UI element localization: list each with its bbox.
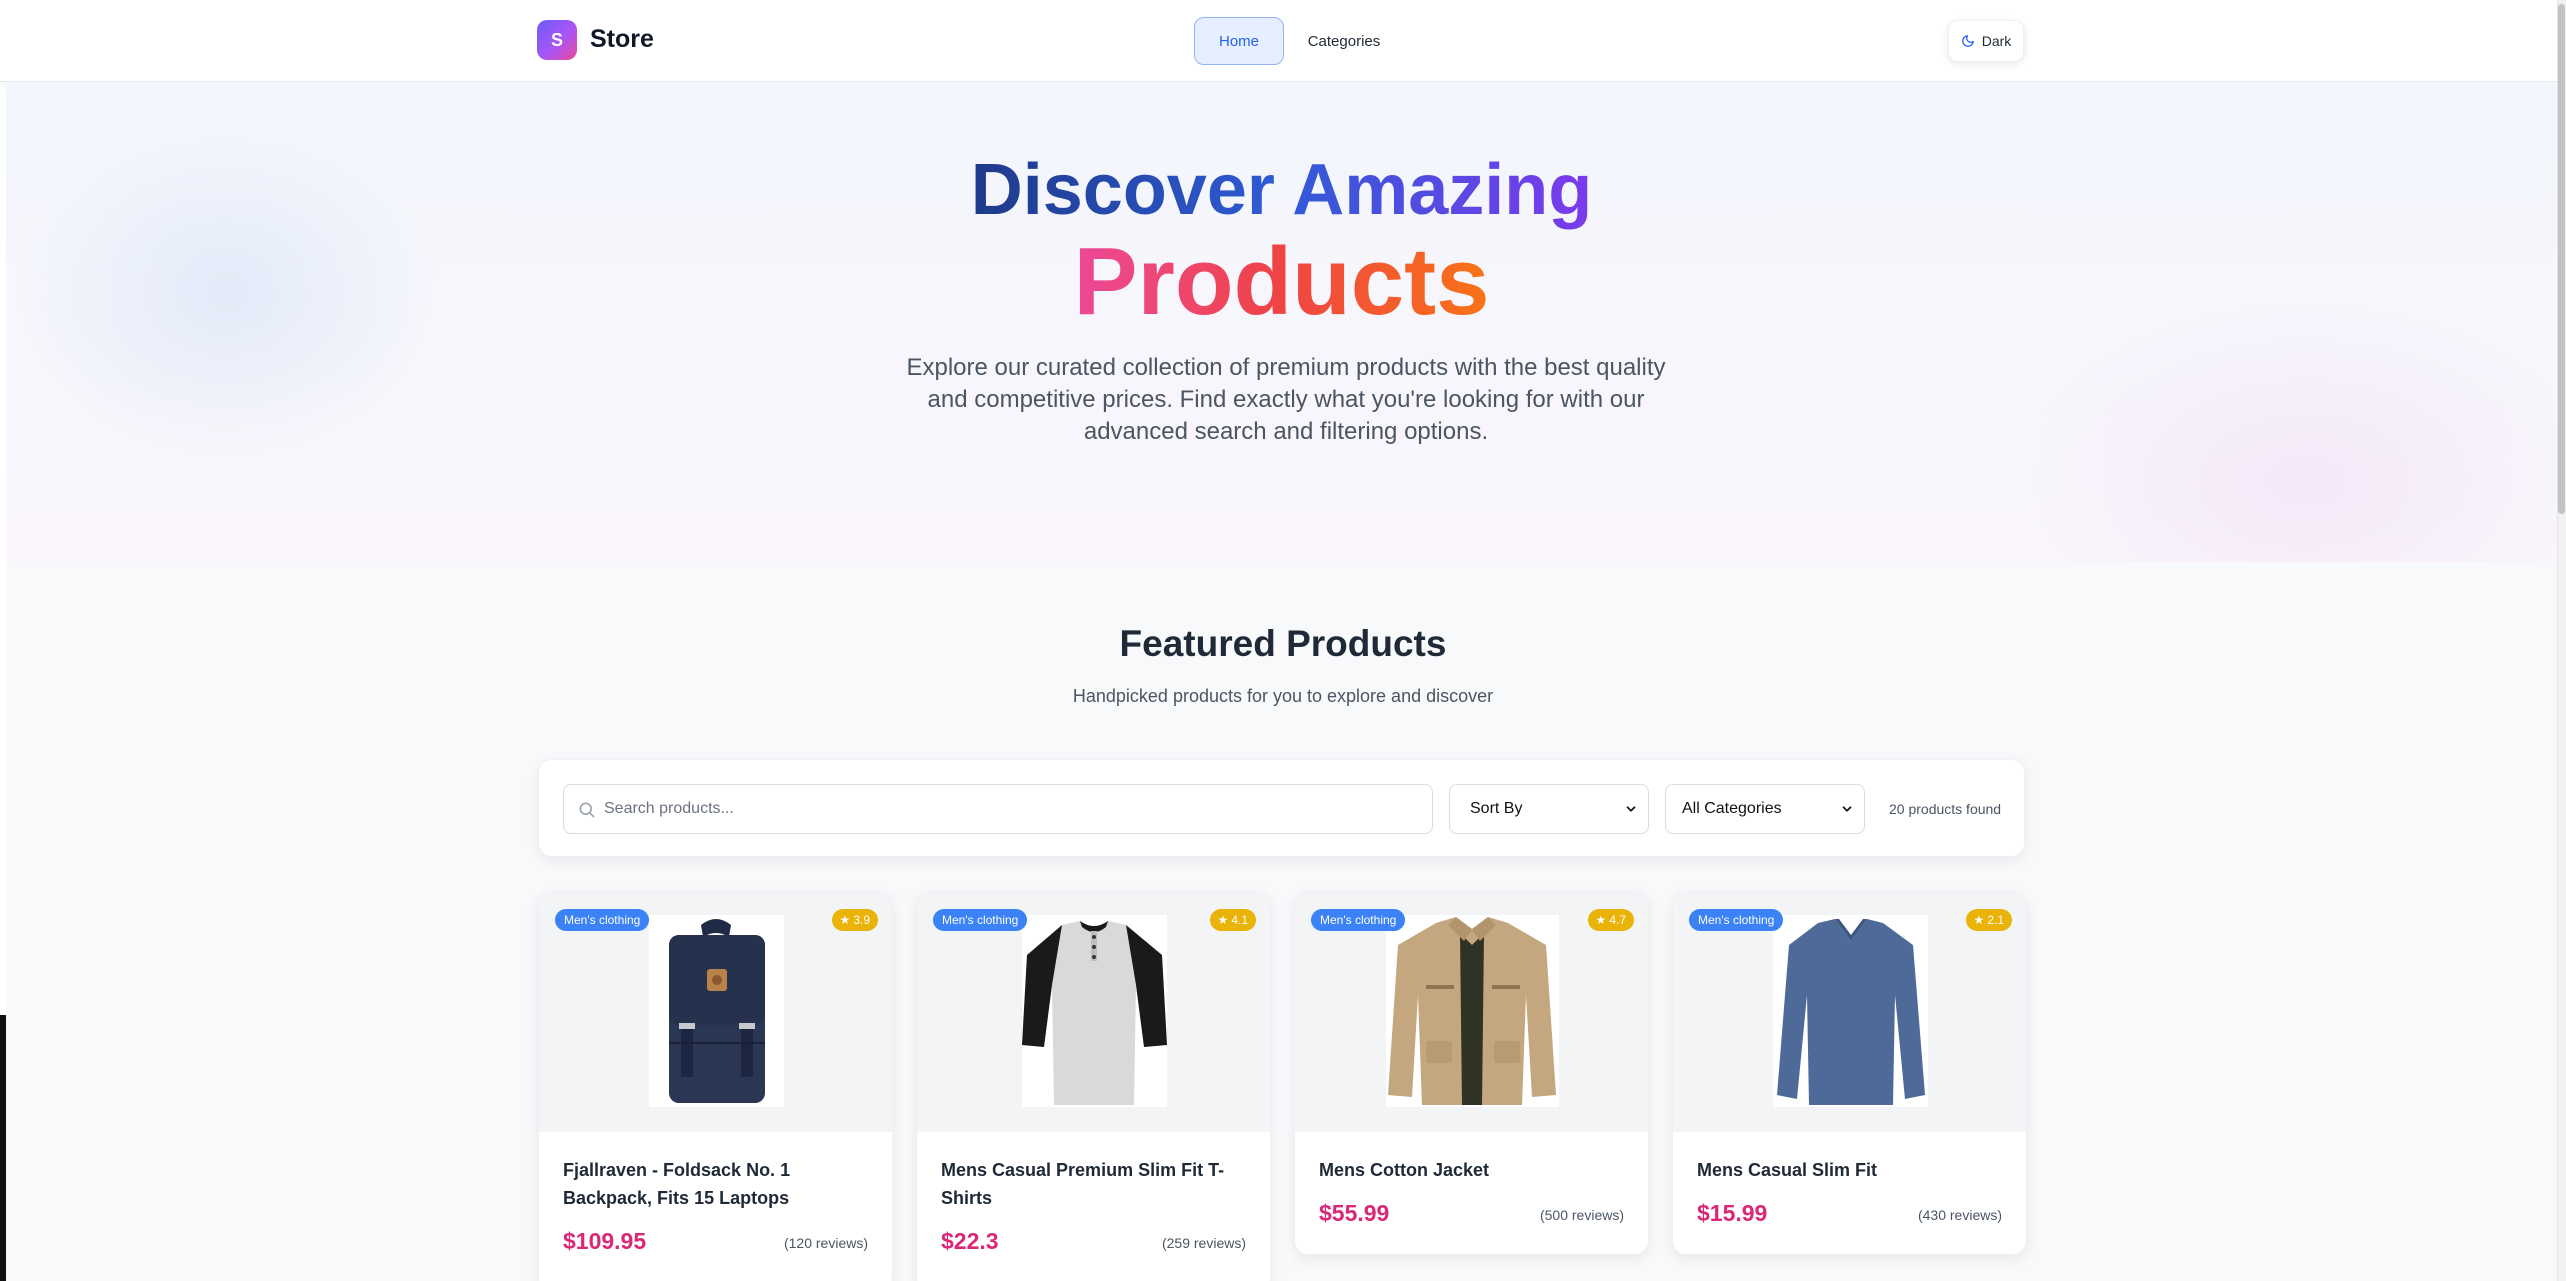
hero-subtitle: Explore our curated collection of premiu… [906,354,1666,445]
product-title[interactable]: Fjallraven - Foldsack No. 1 Backpack, Fi… [563,1156,873,1212]
rating-value: 3.9 [853,913,870,927]
rating-badge: ★ 4.1 [1209,909,1256,931]
product-card[interactable]: Men's clothing ★ 4.7 Mens Cotton Jacket $… [1294,892,1649,1255]
chevron-down-icon [1842,806,1852,812]
search-field[interactable] [563,784,1433,834]
product-reviews: (120 reviews) [783,1235,868,1251]
product-image-area[interactable]: Men's clothing ★ 3.9 [539,893,892,1132]
product-title[interactable]: Mens Casual Slim Fit [1697,1156,2007,1184]
rating-value: 4.7 [1609,913,1626,927]
filter-bar: Sort By All Categories 20 products found [538,759,2025,857]
product-image-area[interactable]: Men's clothing ★ 2.1 [1673,893,2026,1132]
star-icon: ★ [1973,913,1985,927]
backpack-image [649,915,784,1107]
sort-select-value: Sort By [1470,800,1523,817]
logo-letter: S [550,29,563,50]
products-count: 20 products found [1889,801,2002,817]
jacket-image [1386,915,1559,1107]
nav-categories-link[interactable]: Categories [1300,17,1388,65]
featured-title: Featured Products [1119,623,1447,664]
moon-icon [1961,35,1974,47]
product-price: $15.99 [1697,1200,1768,1226]
chevron-down-icon [1626,806,1636,812]
category-select-value: All Categories [1682,800,1782,817]
top-navbar: S Store Home Categories Dark [0,0,2557,82]
product-price: $109.95 [563,1228,647,1254]
star-icon: ★ [839,913,851,927]
product-price: $55.99 [1319,1200,1390,1226]
category-badge: Men's clothing [555,909,650,931]
search-icon [579,802,595,818]
category-badge: Men's clothing [1311,909,1406,931]
rating-value: 4.1 [1231,913,1248,927]
product-price: $22.3 [941,1228,999,1254]
product-title[interactable]: Mens Cotton Jacket [1319,1156,1629,1184]
product-card[interactable]: Men's clothing ★ 2.1 Mens Casual Slim Fit… [1672,892,2027,1255]
hero-title-line2: Products [6,234,2557,330]
sort-select[interactable]: Sort By [1449,784,1649,834]
page-scrollbar[interactable] [2557,0,2566,1281]
rating-badge: ★ 2.1 [1965,909,2012,931]
star-icon: ★ [1595,913,1607,927]
hero-title-line2-text: Products [1073,228,1490,335]
hero-title-line1-text: Discover Amazing [970,150,1593,230]
rating-value: 2.1 [1987,913,2004,927]
product-reviews: (430 reviews) [1917,1207,2002,1223]
window-left-shadow [0,1015,6,1281]
category-badge: Men's clothing [933,909,1028,931]
category-select[interactable]: All Categories [1665,784,1865,834]
theme-toggle-label: Dark [1981,33,2012,49]
nav-home-link[interactable]: Home [1194,17,1284,65]
store-logo-icon[interactable]: S [537,20,577,60]
product-card[interactable]: Men's clothing ★ 3.9 Fjallraven - Foldsac… [538,892,893,1281]
product-image-area[interactable]: Men's clothing ★ 4.7 [1295,893,1648,1132]
tshirt-image [1022,915,1167,1107]
page-scrollbar-thumb[interactable] [2558,4,2565,514]
category-badge: Men's clothing [1689,909,1784,931]
search-input[interactable] [604,785,1424,833]
rating-badge: ★ 3.9 [831,909,878,931]
longsleeve-shirt-image [1773,915,1928,1107]
theme-toggle-button[interactable]: Dark [1948,20,2024,62]
product-reviews: (259 reviews) [1161,1235,1246,1251]
hero-section: Discover Amazing Products Explore our cu… [6,82,2557,562]
store-name[interactable]: Store [590,25,654,54]
star-icon: ★ [1217,913,1229,927]
rating-badge: ★ 4.7 [1587,909,1634,931]
featured-subtitle: Handpicked products for you to explore a… [1072,686,1494,706]
product-title[interactable]: Mens Casual Premium Slim Fit T-Shirts [941,1156,1251,1212]
product-image-area[interactable]: Men's clothing ★ 4.1 [917,893,1270,1132]
hero-title-line1: Discover Amazing [6,154,2557,226]
product-reviews: (500 reviews) [1539,1207,1624,1223]
product-card[interactable]: Men's clothing ★ 4.1 Mens Casual Premium … [916,892,1271,1281]
